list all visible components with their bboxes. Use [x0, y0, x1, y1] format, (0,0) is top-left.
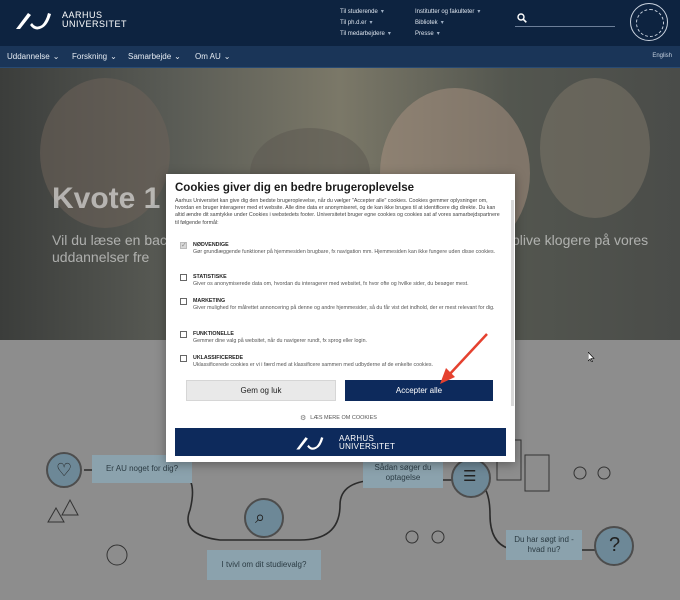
heart-node: ♡ [46, 452, 82, 488]
chevron-down-icon: ▾ [387, 31, 391, 37]
nav-item-samarbejde[interactable]: Samarbejde ⌄ [128, 52, 181, 61]
nav-item-uddannelse[interactable]: Uddannelse ⌄ [7, 52, 59, 61]
checkbox-marketing[interactable] [180, 298, 187, 305]
au-logo-mark-icon [296, 437, 324, 450]
heart-icon: ♡ [56, 460, 73, 480]
tree-icon [597, 466, 611, 480]
list-node: ☰ [451, 458, 491, 498]
read-more-cookies-link[interactable]: ⚙ LÆS MERE OM COOKIES [300, 414, 377, 422]
accept-all-button[interactable]: Accepter alle [345, 380, 493, 401]
magnifier-icon: ⌕ [255, 507, 266, 527]
tree-icon [431, 530, 445, 544]
lightbulb-icon [106, 544, 128, 566]
tree-icon [573, 466, 587, 480]
toplink-staff[interactable]: Til medarbejdere ▾ [340, 28, 391, 39]
list-icon: ☰ [463, 468, 477, 485]
dialog-brand-banner: AARHUS UNIVERSITET [175, 428, 506, 456]
search-icon[interactable] [517, 13, 527, 23]
au-logo-mark-icon [16, 13, 51, 30]
mouse-cursor-icon [588, 352, 595, 362]
gear-icon: ⚙ [300, 415, 307, 422]
brand-text-line2: UNIVERSITET [339, 442, 396, 451]
toplinks-group-1: Til studerende ▾ Til ph.d.er ▾ Til medarbe… [340, 6, 391, 39]
toplink-library[interactable]: Bibliotek ▾ [415, 17, 480, 28]
tree-icon [47, 498, 79, 523]
top-header: AARHUS UNIVERSITET Til studerende ▾ Til p… [0, 0, 680, 46]
building-icon [524, 454, 550, 492]
chevron-down-icon: ⌄ [223, 52, 231, 61]
dialog-scrollbar[interactable] [511, 200, 514, 406]
checkbox-functional[interactable] [180, 331, 187, 338]
checkbox-necessary [180, 241, 187, 249]
main-nav: Uddannelse ⌄ Forskning ⌄ Samarbejde ⌄ Om AU… [0, 46, 680, 68]
hero-photo-person [540, 78, 650, 218]
toplink-press[interactable]: Presse ▾ [415, 28, 480, 39]
toplinks-group-2: Institutter og fakulteter ▾ Bibliotek ▾ Pr… [415, 6, 480, 39]
flow-box-du-har-soegt[interactable]: Du har søgt ind - hvad nu? [506, 530, 582, 560]
chevron-down-icon: ▾ [440, 20, 444, 26]
toplink-phd[interactable]: Til ph.d.er ▾ [340, 17, 391, 28]
cookie-dialog-title: Cookies giver dig en bedre brugeroplevel… [175, 182, 415, 194]
nav-item-forskning[interactable]: Forskning ⌄ [72, 52, 117, 61]
checkbox-statistics[interactable] [180, 274, 187, 281]
save-and-close-button[interactable]: Gem og luk [186, 380, 336, 401]
flow-box-i-tvivl[interactable]: I tvivl om dit studievalg? [207, 550, 321, 580]
chevron-down-icon: ▾ [436, 31, 440, 37]
tree-icon [405, 530, 419, 544]
checkbox-unclassified[interactable] [180, 355, 187, 362]
chevron-down-icon: ▾ [380, 9, 384, 15]
search-input[interactable] [515, 11, 615, 27]
toplink-institutes[interactable]: Institutter og fakulteter ▾ [415, 6, 480, 17]
question-node: ? [594, 526, 634, 566]
hero-title: Kvote 1 [52, 182, 161, 215]
chevron-down-icon: ▾ [369, 20, 373, 26]
flow-box-saadan-soeger[interactable]: Sådan søger du optagelse [363, 458, 443, 488]
language-switch[interactable]: English [652, 53, 672, 59]
hero-subtitle-right: blive klogere på vores [512, 232, 649, 248]
chevron-down-icon: ⌄ [174, 52, 181, 61]
chevron-down-icon: ⌄ [110, 52, 117, 61]
magnifier-node: ⌕ [244, 498, 284, 538]
toplink-students[interactable]: Til studerende ▾ [340, 6, 391, 17]
question-icon: ? [609, 534, 621, 556]
university-seal-icon [630, 3, 668, 41]
logo-text-line2: UNIVERSITET [62, 19, 128, 29]
cookie-dialog-intro: Aarhus Universitet kan give dig den beds… [175, 198, 500, 226]
chevron-down-icon: ⌄ [52, 52, 60, 61]
au-logo[interactable]: AARHUS UNIVERSITET [14, 9, 127, 31]
chevron-down-icon: ▾ [477, 9, 481, 15]
nav-item-om-au[interactable]: Om AU ⌄ [195, 52, 230, 61]
